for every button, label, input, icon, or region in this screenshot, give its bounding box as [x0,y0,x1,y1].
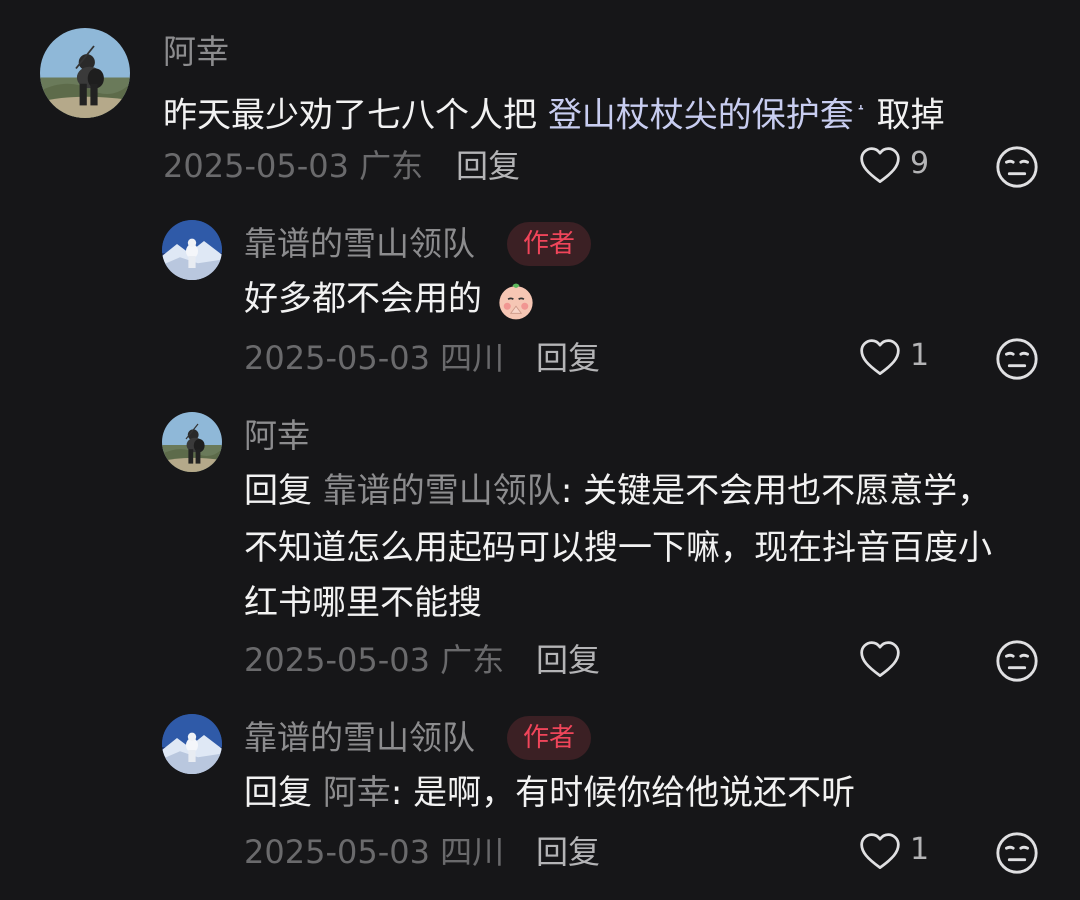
author-tag-badge: 作者 [507,222,592,266]
like-button[interactable]: 1 [858,334,938,384]
comment-text-body: 好多都不会用的 [244,279,482,319]
avatar[interactable] [162,714,222,774]
comment-date: 2025-05-03 [163,147,349,185]
like-button[interactable]: 1 [858,828,938,878]
author-name[interactable]: 阿幸 [163,32,229,72]
like-count: 1 [910,338,930,373]
comment-meta: 2025-05-03 四川 [244,832,504,872]
avatar[interactable] [162,220,222,280]
like-count: 9 [910,146,930,181]
comment-location: 四川 [440,833,505,871]
comment-text-after-link: 取掉 [865,95,945,136]
reply-prefix: 回复 [244,471,323,511]
comment-text: 昨天最少劝了七八个人把 登山杖杖尖的保护套 ˔ 取掉 [163,80,945,142]
author-tag-badge: 作者 [507,716,592,760]
heart-icon [858,830,902,874]
reply-button[interactable]: 回复 [536,832,600,872]
neutral-face-icon [994,638,1040,684]
comment-location: 广东 [359,147,424,185]
comment-date: 2025-05-03 [244,339,430,377]
comment-meta: 2025-05-03 四川 [244,338,504,378]
comment-text-line-3: 红书哪里不能搜 [244,583,482,623]
search-icon[interactable]: ˔ [856,95,866,119]
search-link[interactable]: 登山杖杖尖的保护套 [548,95,854,135]
comment-text-body: : 关键是不会用也不愿意学， [560,471,992,511]
dislike-button[interactable] [994,638,1040,684]
like-button[interactable] [858,636,938,686]
neutral-face-icon [994,830,1040,876]
comment-text-body: : 是啊，有时候你给他说还不听 [390,773,856,813]
comment-text: 回复 阿幸: 是啊，有时候你给他说还不听 [244,766,855,820]
dislike-button[interactable] [994,830,1040,876]
avatar[interactable] [162,412,222,472]
heart-icon [858,638,902,682]
author-name[interactable]: 靠谱的雪山领队 [244,718,475,758]
neutral-face-icon [994,144,1040,190]
like-button[interactable]: 9 [858,142,938,192]
reply-prefix: 回复 [244,773,323,813]
comment-meta: 2025-05-03 广东 [163,146,423,186]
reply-target-user[interactable]: 靠谱的雪山领队 [323,471,561,511]
comment-text-line-2: 不知道怎么用起码可以搜一下嘛，现在抖音百度小 [244,528,992,568]
author-name[interactable]: 靠谱的雪山领队 [244,224,475,264]
comment-location: 广东 [440,641,505,679]
like-count: 1 [910,832,930,867]
heart-icon [858,144,902,188]
author-name[interactable]: 阿幸 [244,416,310,456]
reply-target-user[interactable]: 阿幸 [323,773,391,813]
comment-text: 好多都不会用的 [244,272,537,326]
comment-date: 2025-05-03 [244,833,430,871]
avatar[interactable] [40,28,130,118]
comment-text-before-link: 昨天最少劝了七八个人把 [163,95,548,136]
comment-location: 四川 [440,339,505,377]
comment-meta: 2025-05-03 广东 [244,640,504,680]
neutral-face-icon [994,336,1040,382]
reply-button[interactable]: 回复 [536,338,600,378]
dislike-button[interactable] [994,144,1040,190]
reply-button[interactable]: 回复 [536,640,600,680]
comment-date: 2025-05-03 [244,641,430,679]
reply-button[interactable]: 回复 [456,146,520,186]
comment-text-line-1: 回复 靠谱的雪山领队: 关键是不会用也不愿意学， [244,464,991,518]
heart-icon [858,336,902,380]
dislike-button[interactable] [994,336,1040,382]
praying-emoji-icon [499,283,533,319]
